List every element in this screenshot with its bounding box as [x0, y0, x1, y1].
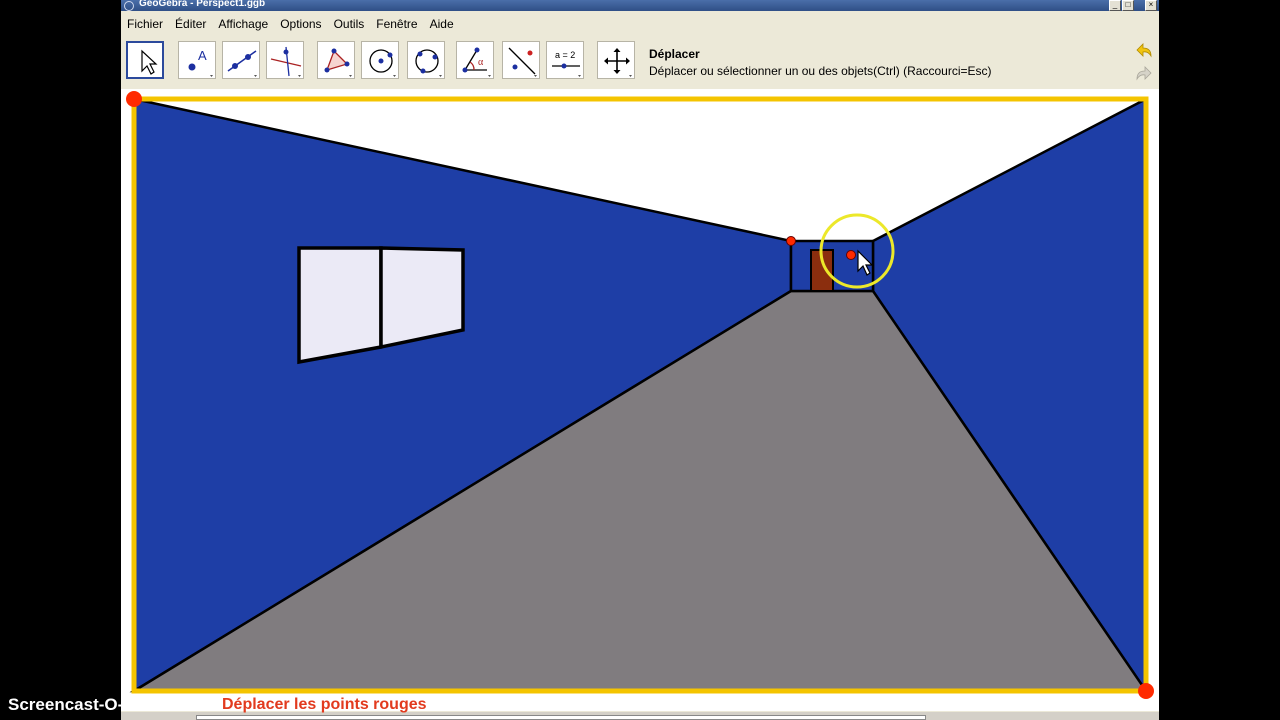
window-title: GeoGebra - Perspect1.ggb [139, 0, 266, 9]
menu-affichage[interactable]: Affichage [212, 17, 274, 31]
window-pane-left [297, 246, 383, 365]
toolbar: A α a = 2 Déplacer Déplacer ou sélection… [121, 38, 1159, 86]
line-through-points-icon [227, 50, 257, 77]
window-pane-right [379, 246, 465, 350]
graphics-view[interactable] [121, 89, 1159, 711]
menu-fenetre[interactable]: Fenêtre [370, 17, 423, 31]
slider-icon: a = 2 [552, 50, 581, 77]
point-tool[interactable]: A [178, 41, 216, 79]
perpendicular-tool[interactable] [266, 41, 304, 79]
menu-editer[interactable]: Éditer [169, 17, 212, 31]
redo-button[interactable] [1133, 63, 1155, 85]
move-tool[interactable] [126, 41, 164, 79]
angle-alpha-icon: α [462, 47, 491, 77]
menu-options[interactable]: Options [274, 17, 327, 31]
active-tool-title: Déplacer [649, 47, 700, 61]
menu-aide[interactable]: Aide [424, 17, 460, 31]
polygon-tool[interactable] [317, 41, 355, 79]
reflect-tool[interactable] [502, 41, 540, 79]
screencast-watermark: Screencast-O-Matic.com [8, 695, 207, 714]
app-icon [124, 1, 134, 11]
polygon-icon [324, 48, 352, 77]
translate-view-tool[interactable] [597, 41, 635, 79]
title-bar: GeoGebra - Perspect1.ggb _ □ × [121, 0, 1159, 11]
input-bar[interactable] [196, 715, 926, 720]
angle-tool-label: α [478, 57, 484, 68]
angle-tool[interactable]: α [456, 41, 494, 79]
reflect-line-icon [508, 47, 537, 77]
circle-center-icon [369, 49, 396, 77]
circle-three-points-icon [415, 49, 442, 77]
perpendicular-line-icon [270, 46, 302, 77]
menu-fichier[interactable]: Fichier [121, 17, 169, 31]
close-button[interactable]: × [1145, 0, 1157, 11]
red-control-point[interactable] [126, 91, 142, 107]
line-tool[interactable] [222, 41, 260, 79]
slider-tool[interactable]: a = 2 [546, 41, 584, 79]
redo-icon [1136, 66, 1152, 81]
menu-bar: Fichier Éditer Affichage Options Outils … [121, 14, 1159, 34]
slider-tool-label: a = 2 [555, 50, 575, 60]
red-control-point[interactable] [1138, 683, 1154, 699]
maximize-button[interactable]: □ [1122, 0, 1134, 11]
active-tool-description: Déplacer ou sélectionner un ou des objet… [649, 64, 992, 78]
red-control-point[interactable] [786, 236, 796, 246]
red-control-point[interactable] [846, 250, 856, 260]
arrow-cursor-icon [141, 49, 158, 75]
point-tool-label: A [198, 48, 207, 63]
hint-text: Déplacer les points rouges [222, 696, 427, 713]
circle-tool[interactable] [361, 41, 399, 79]
undo-icon [1136, 43, 1152, 58]
move-view-icon [604, 48, 632, 77]
conic-tool[interactable] [407, 41, 445, 79]
point-a-icon: A [188, 48, 213, 77]
minimize-button[interactable]: _ [1109, 0, 1121, 11]
undo-button[interactable] [1133, 40, 1155, 62]
menu-outils[interactable]: Outils [328, 17, 371, 31]
